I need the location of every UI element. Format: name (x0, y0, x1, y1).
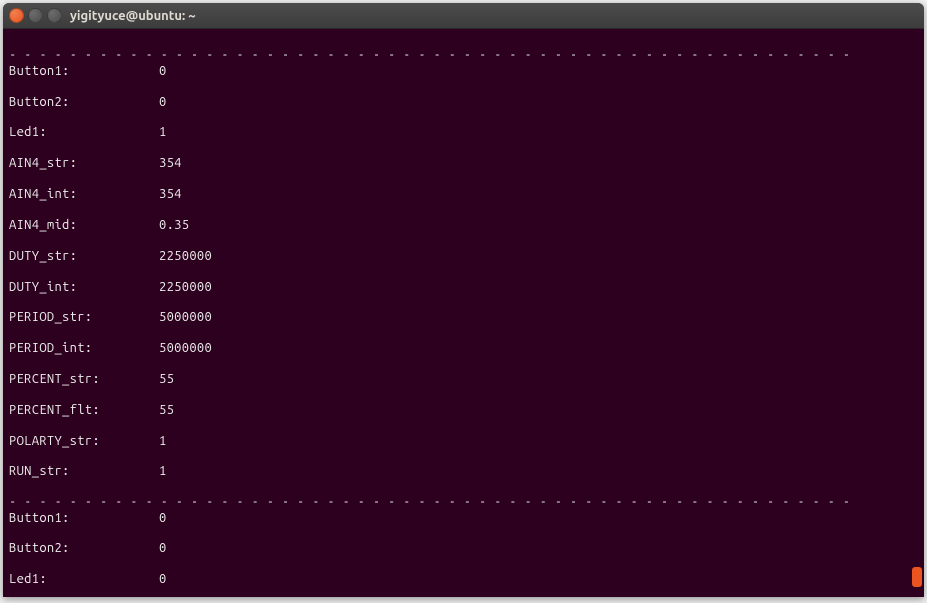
output-row: PERCENT_str:55 (9, 372, 918, 387)
row-label: AIN4_str: (9, 156, 159, 171)
window-controls (9, 8, 62, 23)
output-row: PERIOD_int:5000000 (9, 341, 918, 356)
output-row: Led1:1 (9, 125, 918, 140)
row-label: Button1: (9, 511, 159, 526)
row-value: 0 (159, 572, 167, 586)
terminal-body[interactable]: - - - - - - - - - - - - - - - - - - - - … (3, 29, 924, 597)
row-label: PERIOD_int: (9, 341, 159, 356)
output-row: Button1:0 (9, 64, 918, 79)
terminal-output: - - - - - - - - - - - - - - - - - - - - … (9, 33, 918, 597)
output-row: PERCENT_flt:55 (9, 403, 918, 418)
row-label: Button2: (9, 95, 159, 110)
row-label: DUTY_int: (9, 280, 159, 295)
titlebar[interactable]: yigityuce@ubuntu: ~ (3, 3, 924, 29)
row-label: POLARTY_str: (9, 434, 159, 449)
separator-line: - - - - - - - - - - - - - - - - - - - - … (9, 495, 850, 509)
output-row: Led1:0 (9, 572, 918, 587)
row-value: 55 (159, 403, 174, 417)
row-value: 1 (159, 434, 167, 448)
output-row: DUTY_int:2250000 (9, 280, 918, 295)
row-value: 5000000 (159, 310, 212, 324)
row-value: 1 (159, 464, 167, 478)
row-value: 354 (159, 187, 182, 201)
row-value: 0 (159, 64, 167, 78)
row-value: 0.35 (159, 218, 189, 232)
row-label: PERCENT_flt: (9, 403, 159, 418)
row-label: PERIOD_str: (9, 310, 159, 325)
row-label: AIN4_mid: (9, 218, 159, 233)
row-label: AIN4_int: (9, 187, 159, 202)
row-label: DUTY_str: (9, 249, 159, 264)
output-row: Button1:0 (9, 511, 918, 526)
row-label: Led1: (9, 125, 159, 140)
output-row: Button2:0 (9, 95, 918, 110)
row-label: RUN_str: (9, 464, 159, 479)
row-value: 0 (159, 511, 167, 525)
output-row: AIN4_mid:0.35 (9, 218, 918, 233)
row-value: 5000000 (159, 341, 212, 355)
output-row: POLARTY_str:1 (9, 434, 918, 449)
row-value: 0 (159, 95, 167, 109)
output-row: DUTY_str:2250000 (9, 249, 918, 264)
row-value: 2250000 (159, 280, 212, 294)
row-label: Led1: (9, 572, 159, 587)
output-row: PERIOD_str:5000000 (9, 310, 918, 325)
row-value: 0 (159, 541, 167, 555)
output-row: RUN_str:1 (9, 464, 918, 479)
row-label: Button1: (9, 64, 159, 79)
output-row: Button2:0 (9, 541, 918, 556)
row-value: 354 (159, 156, 182, 170)
terminal-window: yigityuce@ubuntu: ~ - - - - - - - - - - … (3, 3, 924, 597)
row-value: 55 (159, 372, 174, 386)
row-label: Button2: (9, 541, 159, 556)
minimize-icon[interactable] (28, 8, 43, 23)
row-value: 1 (159, 125, 167, 139)
scrollbar-thumb[interactable] (912, 567, 922, 587)
row-value: 2250000 (159, 249, 212, 263)
separator-line: - - - - - - - - - - - - - - - - - - - - … (9, 48, 850, 62)
output-row: AIN4_int:354 (9, 187, 918, 202)
maximize-icon[interactable] (47, 8, 62, 23)
close-icon[interactable] (9, 8, 24, 23)
window-title: yigityuce@ubuntu: ~ (70, 9, 196, 23)
row-label: PERCENT_str: (9, 372, 159, 387)
output-row: AIN4_str:354 (9, 156, 918, 171)
